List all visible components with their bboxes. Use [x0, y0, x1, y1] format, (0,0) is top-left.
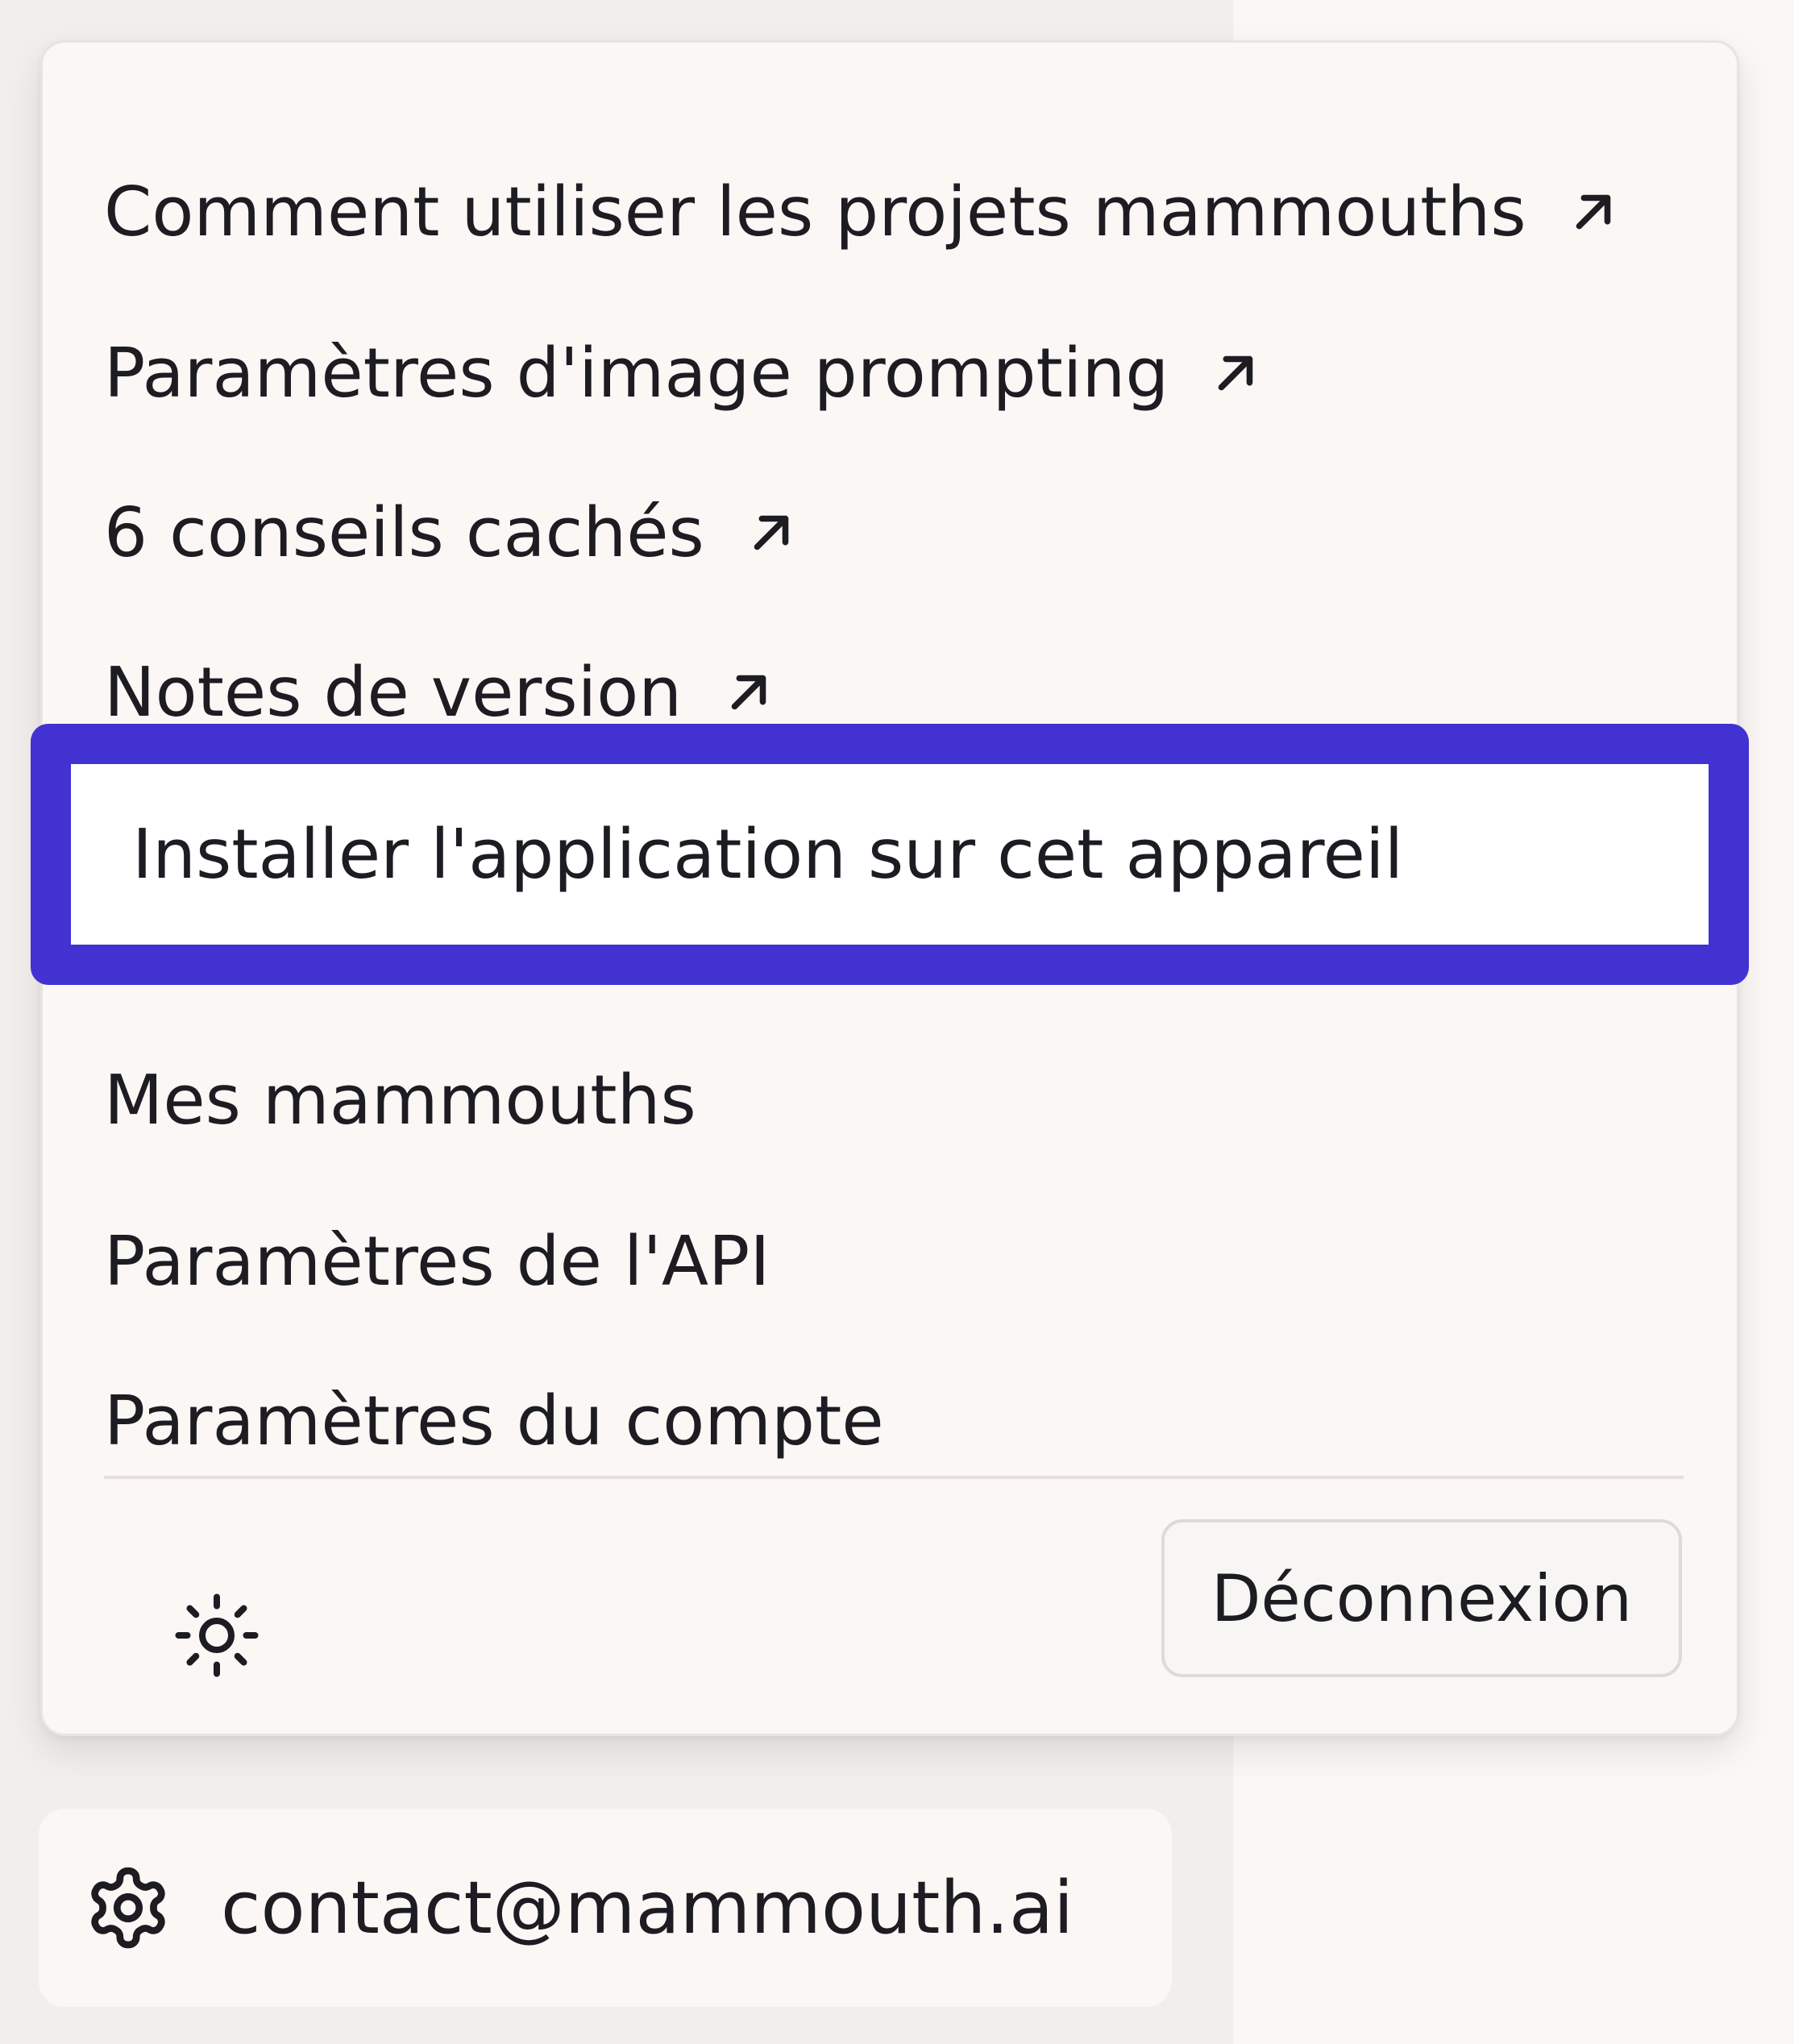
menu-item-api-settings[interactable]: Paramètres de l'API [104, 1197, 770, 1326]
arrow-up-right-icon [1565, 184, 1622, 240]
menu-item-label: 6 conseils cachés [104, 492, 704, 573]
menu-item-projects-guide[interactable]: Comment utiliser les projets mammouths [104, 147, 1622, 276]
menu-item-label: Notes de version [104, 652, 683, 733]
menu-item-account-settings[interactable]: Paramètres du compte [104, 1356, 884, 1485]
account-button[interactable]: contact@mammouth.ai [39, 1809, 1172, 2007]
menu-item-label: Installer l'application sur cet appareil [132, 814, 1404, 895]
menu-divider [104, 1476, 1684, 1479]
sun-icon [168, 1587, 265, 1687]
menu-item-my-mammoths[interactable]: Mes mammouths [104, 1036, 696, 1165]
arrow-up-right-icon [721, 664, 777, 721]
theme-toggle-button[interactable] [160, 1581, 273, 1693]
highlighted-menu-item[interactable]: Installer l'application sur cet appareil [31, 724, 1749, 985]
menu-item-hidden-tips[interactable]: 6 conseils cachés [104, 468, 799, 597]
arrow-up-right-icon [1207, 345, 1264, 401]
menu-item-label: Paramètres du compte [104, 1381, 884, 1461]
menu-item-install-app[interactable]: Installer l'application sur cet appareil [132, 764, 1403, 945]
menu-item-label: Paramètres de l'API [104, 1221, 770, 1302]
gear-icon [84, 1863, 172, 1952]
account-email: contact@mammouth.ai [221, 1865, 1074, 1951]
logout-button[interactable]: Déconnexion [1161, 1519, 1682, 1677]
menu-item-image-prompting[interactable]: Paramètres d'image prompting [104, 309, 1264, 438]
menu-item-label: Mes mammouths [104, 1060, 696, 1140]
menu-item-label: Paramètres d'image prompting [104, 333, 1169, 413]
arrow-up-right-icon [743, 505, 799, 561]
menu-item-label: Comment utiliser les projets mammouths [104, 172, 1526, 252]
